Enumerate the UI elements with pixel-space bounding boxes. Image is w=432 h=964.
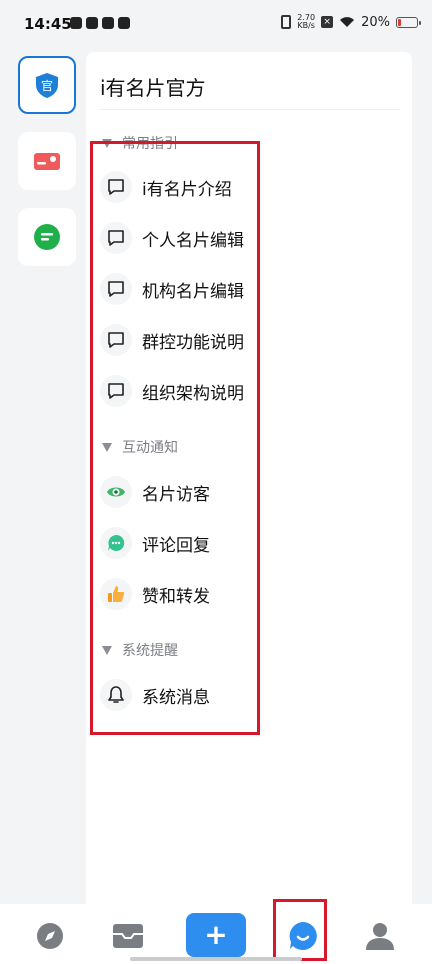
chat-bubble-icon (100, 375, 132, 407)
notification-app-icon (102, 17, 114, 29)
plus-icon: + (204, 918, 228, 951)
status-notification-icons (70, 17, 130, 29)
list-item-card-visitors[interactable]: 名片访客 (100, 472, 400, 512)
status-time: 14:45 (24, 15, 72, 33)
list-item-label: 赞和转发 (142, 586, 210, 607)
comment-icon (100, 527, 132, 559)
bottom-nav: + (0, 904, 432, 964)
sim-icon: × (321, 16, 334, 28)
status-right: 2.70 KB/s × 20% (281, 14, 421, 30)
notification-app-icon (70, 17, 82, 29)
bell-icon (100, 679, 132, 711)
section-label: 常用指引 (122, 136, 178, 152)
eye-icon (100, 476, 132, 508)
official-shield-text: 官 (41, 78, 53, 93)
status-bar: 14:45 2.70 KB/s × 20% (0, 0, 432, 50)
section-label: 系统提醒 (122, 643, 178, 659)
notification-panel: i有名片官方 常用指引 i有名片介绍 个人名片编辑 机构名片编辑 群控功能说明 … (86, 52, 412, 912)
list-item-label: 系统消息 (142, 687, 210, 708)
rail-item-message[interactable] (18, 208, 76, 266)
list-item-label: 名片访客 (142, 484, 210, 505)
list-item-label: i有名片介绍 (142, 179, 232, 200)
nav-inbox[interactable] (106, 914, 150, 958)
list-item-org-structure[interactable]: 组织架构说明 (100, 371, 400, 411)
message-icon (34, 224, 60, 250)
nav-profile[interactable] (358, 914, 402, 958)
network-speed-unit: KB/s (297, 21, 315, 30)
list-item-label: 机构名片编辑 (142, 281, 244, 302)
panel-divider (100, 109, 400, 110)
section-header-system[interactable]: 系统提醒 (102, 640, 178, 660)
caret-down-icon (102, 442, 112, 452)
list-item-likes-shares[interactable]: 赞和转发 (100, 574, 400, 614)
official-shield-icon: 官 (36, 73, 58, 98)
nav-messages[interactable] (281, 914, 325, 958)
chat-icon (289, 922, 317, 950)
section-header-interaction[interactable]: 互动通知 (102, 437, 178, 457)
list-item-group-control[interactable]: 群控功能说明 (100, 320, 400, 360)
list-item-org-card-edit[interactable]: 机构名片编辑 (100, 269, 400, 309)
network-speed: 2.70 KB/s (297, 14, 315, 30)
list-item-intro[interactable]: i有名片介绍 (100, 167, 400, 207)
tiktok-icon (118, 17, 130, 29)
list-item-label: 群控功能说明 (142, 332, 244, 353)
user-icon (366, 923, 394, 950)
notification-app-icon (86, 17, 98, 29)
chat-bubble-icon (100, 222, 132, 254)
chat-bubble-icon (100, 273, 132, 305)
inbox-icon (113, 924, 143, 948)
compass-icon (37, 923, 63, 949)
chat-bubble-icon (100, 171, 132, 203)
nav-discover[interactable] (28, 914, 72, 958)
account-rail: 官 (18, 56, 76, 284)
section-label: 互动通知 (122, 440, 178, 456)
section-header-guide[interactable]: 常用指引 (102, 133, 178, 153)
list-item-label: 评论回复 (142, 535, 210, 556)
thumbs-up-icon (100, 578, 132, 610)
caret-down-icon (102, 645, 112, 655)
vibrate-icon (281, 15, 292, 29)
rail-item-card[interactable] (18, 132, 76, 190)
wifi-icon (340, 17, 355, 27)
chat-bubble-icon (100, 324, 132, 356)
card-icon (34, 153, 60, 170)
rail-item-official[interactable]: 官 (18, 56, 76, 114)
list-item-personal-card-edit[interactable]: 个人名片编辑 (100, 218, 400, 258)
panel-title: i有名片官方 (100, 76, 206, 100)
add-button[interactable]: + (186, 913, 246, 957)
list-item-comment-reply[interactable]: 评论回复 (100, 523, 400, 563)
battery-icon (396, 16, 421, 28)
list-item-label: 个人名片编辑 (142, 230, 244, 251)
battery-level (398, 18, 402, 26)
caret-down-icon (102, 138, 112, 148)
home-indicator[interactable] (130, 957, 302, 961)
list-item-label: 组织架构说明 (142, 383, 244, 404)
list-item-system-messages[interactable]: 系统消息 (100, 675, 400, 715)
battery-percent: 20% (361, 14, 390, 30)
